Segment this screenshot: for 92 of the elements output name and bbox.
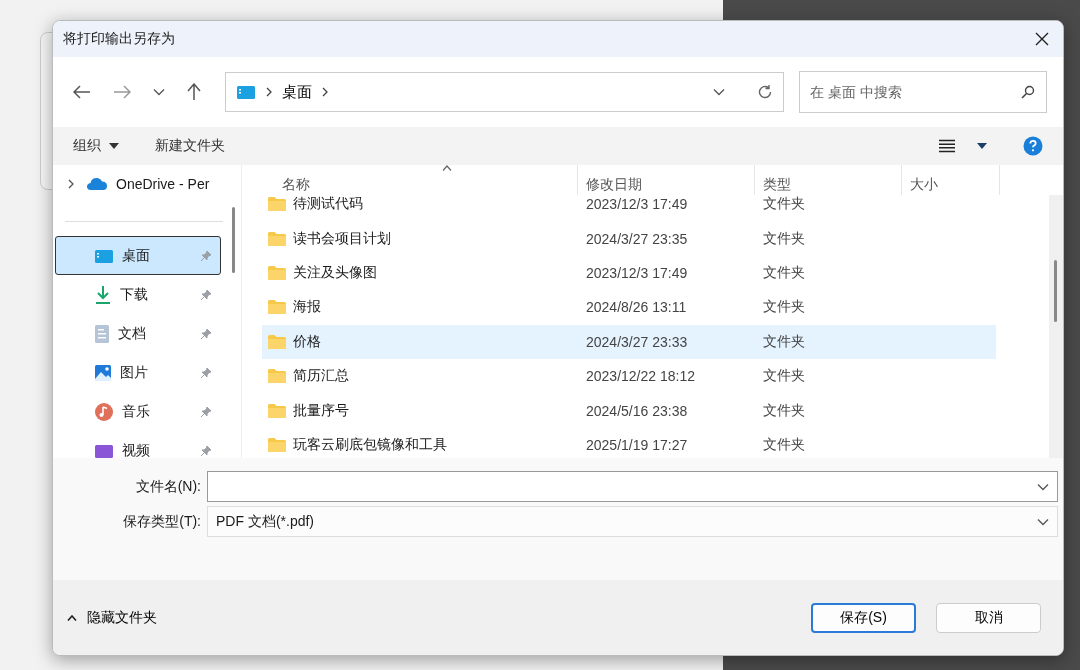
sidebar-item[interactable]: OneDrive - Per <box>55 165 235 203</box>
download-icon <box>94 284 112 305</box>
chevron-right-icon <box>266 87 272 97</box>
file-row[interactable]: 价格 2024/3/27 23:33 文件夹 <box>262 324 996 359</box>
file-name: 简历汇总 <box>293 367 349 386</box>
sidebar-item[interactable]: 桌面 <box>55 236 221 275</box>
file-row[interactable]: 简历汇总 2023/12/22 18:12 文件夹 <box>262 358 996 394</box>
folder-icon <box>267 264 287 281</box>
chevron-down-icon[interactable] <box>1037 517 1049 526</box>
chevron-up-icon <box>67 614 77 621</box>
chevron-down-icon[interactable] <box>1037 482 1049 491</box>
search-field[interactable]: 在 桌面 中搜索 <box>799 71 1047 113</box>
filename-field[interactable] <box>207 471 1058 502</box>
expand-icon[interactable] <box>68 179 74 189</box>
pin-icon[interactable] <box>200 288 212 301</box>
chevron-down-icon <box>153 88 165 96</box>
sort-ascending-icon <box>442 165 452 171</box>
modified-date: 2024/3/27 23:33 <box>585 333 689 350</box>
field-label: 文件名(N): <box>134 477 201 496</box>
file-row[interactable]: 海报 2024/8/26 13:11 文件夹 <box>262 290 996 325</box>
file-name: 玩客云刷底包镜像和工具 <box>293 435 447 454</box>
file-type: 文件夹 <box>762 263 806 282</box>
modified-date: 2024/5/16 23:38 <box>585 402 689 419</box>
field-label: 保存类型(T): <box>122 512 201 531</box>
file-type: 文件夹 <box>762 435 806 454</box>
modified-date: 2024/8/26 13:11 <box>585 299 688 316</box>
file-name: 价格 <box>293 332 321 351</box>
pin-icon[interactable] <box>200 327 212 340</box>
caret-icon <box>109 143 119 149</box>
file-type: 文件夹 <box>762 229 806 248</box>
pin-icon[interactable] <box>200 249 212 262</box>
modified-date: 2023/12/3 17:49 <box>585 196 689 213</box>
folder-icon <box>267 436 287 453</box>
modified-date: 2024/3/27 23:35 <box>585 230 689 247</box>
folder-icon <box>267 196 287 213</box>
file-type: 文件夹 <box>762 401 806 420</box>
modified-date: 2023/12/3 17:49 <box>585 264 689 281</box>
file-type: 文件夹 <box>762 195 806 214</box>
cloud-icon <box>86 177 108 191</box>
file-name: 读书会项目计划 <box>293 229 391 248</box>
file-name: 海报 <box>293 298 321 317</box>
organize-menu[interactable]: 组织 <box>73 137 119 155</box>
folder-icon <box>267 299 287 316</box>
modified-date: 2025/1/19 17:27 <box>585 436 689 453</box>
chevron-right-icon <box>322 87 328 97</box>
folder-icon <box>267 333 287 350</box>
scrollbar-thumb[interactable] <box>1054 260 1057 322</box>
desktop-icon <box>94 247 114 264</box>
scrollbar-thumb[interactable] <box>232 207 235 273</box>
caret-icon <box>977 143 987 149</box>
file-name: 待测试代码 <box>293 195 363 214</box>
file-row[interactable]: 读书会项目计划 2024/3/27 23:35 文件夹 <box>262 221 996 256</box>
pin-icon[interactable] <box>200 366 212 379</box>
search-icon <box>1021 85 1035 99</box>
folder-icon <box>267 230 287 247</box>
pin-icon[interactable] <box>200 405 212 418</box>
desktop-icon <box>236 84 256 100</box>
music-icon <box>94 401 114 422</box>
file-row[interactable]: 关注及头像图 2023/12/3 17:49 文件夹 <box>262 255 996 291</box>
list-view-icon <box>939 139 955 153</box>
save-button[interactable]: 保存(S) <box>811 602 916 633</box>
pin-icon[interactable] <box>200 444 212 457</box>
sidebar-item[interactable]: 图片 <box>55 353 221 392</box>
file-row[interactable]: 玩客云刷底包镜像和工具 2025/1/19 17:27 文件夹 <box>262 427 996 458</box>
sidebar-item[interactable]: 音乐 <box>55 392 221 431</box>
help-icon[interactable] <box>1023 136 1043 156</box>
file-type-dropdown[interactable]: PDF 文档(*.pdf) <box>207 506 1058 537</box>
modified-date: 2023/12/22 18:12 <box>585 368 696 385</box>
file-row[interactable]: 待测试代码 2023/12/3 17:49 文件夹 <box>262 195 996 222</box>
address-bar[interactable]: 桌面 <box>225 72 784 112</box>
hide-folders-button[interactable]: 隐藏文件夹 <box>67 608 157 627</box>
sidebar-item[interactable]: 文档 <box>55 314 221 353</box>
file-type: 文件夹 <box>762 367 806 386</box>
chevron-down-icon[interactable] <box>713 88 725 96</box>
folder-icon <box>267 402 287 419</box>
view-menu[interactable] <box>939 139 987 153</box>
file-type: 文件夹 <box>762 298 806 317</box>
sidebar-item[interactable]: 下载 <box>55 275 221 314</box>
folder-icon <box>267 368 287 385</box>
file-name: 关注及头像图 <box>293 263 377 282</box>
document-icon <box>94 323 110 344</box>
video-icon <box>94 442 114 458</box>
new-folder-button[interactable]: 新建文件夹 <box>155 137 225 155</box>
file-name: 批量序号 <box>293 401 349 420</box>
refresh-icon[interactable] <box>757 84 773 100</box>
window-title: 将打印输出另存为 <box>63 30 175 48</box>
file-type: 文件夹 <box>762 332 806 351</box>
sidebar-item[interactable]: 视频 <box>55 431 221 458</box>
cancel-button[interactable]: 取消 <box>936 602 1041 633</box>
file-row[interactable]: 批量序号 2024/5/16 23:38 文件夹 <box>262 393 996 428</box>
image-icon <box>94 363 112 382</box>
breadcrumb-item[interactable]: 桌面 <box>282 82 312 102</box>
